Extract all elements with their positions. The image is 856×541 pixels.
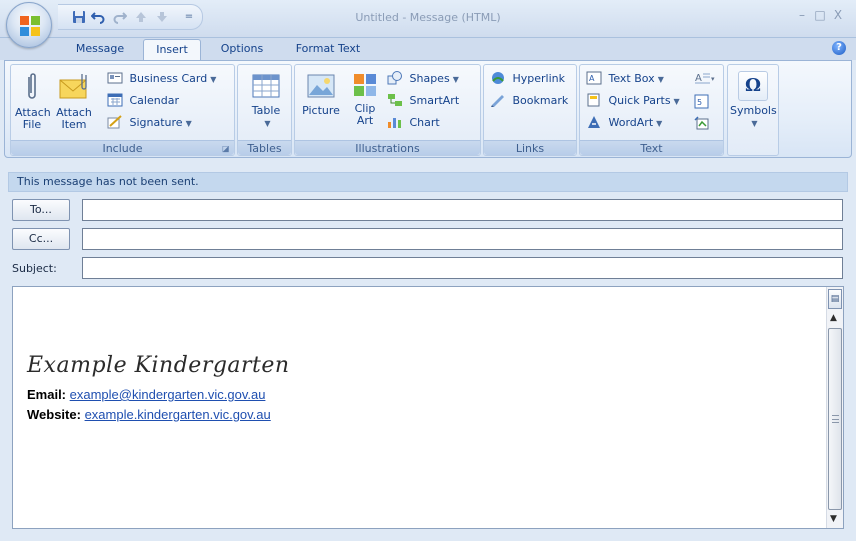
scroll-grip-icon	[832, 415, 839, 423]
table-button[interactable]: Table ▼	[246, 67, 286, 130]
tab-format-text[interactable]: Format Text	[285, 39, 371, 61]
attach-file-button[interactable]: Attach File	[15, 67, 51, 131]
shapes-icon	[387, 71, 402, 85]
close-button[interactable]: X	[831, 8, 845, 22]
table-label: Table	[251, 104, 281, 117]
signature-website-line: Website: example.kindergarten.vic.gov.au	[27, 407, 271, 422]
title-bar: = Untitled - Message (HTML) – □ X	[0, 0, 856, 38]
svg-text:A: A	[589, 74, 595, 83]
website-link[interactable]: example.kindergarten.vic.gov.au	[85, 407, 271, 422]
text-box-icon: A	[586, 71, 602, 85]
attach-file-label: Attach File	[15, 106, 51, 131]
svg-text:A: A	[695, 73, 702, 84]
group-illustrations-label: Illustrations	[295, 140, 480, 155]
to-button[interactable]: To...	[12, 199, 70, 221]
signature-email-line: Email: example@kindergarten.vic.gov.au	[27, 387, 265, 402]
email-link[interactable]: example@kindergarten.vic.gov.au	[70, 387, 266, 402]
calendar-icon	[107, 93, 123, 107]
text-box-button[interactable]: A Text Box ▼	[586, 69, 664, 89]
clip-art-label: Clip Art	[354, 102, 376, 127]
date-time-icon[interactable]: 5	[694, 94, 710, 109]
office-button[interactable]	[6, 2, 52, 48]
drop-cap-icon[interactable]: A ▾	[694, 71, 716, 85]
subject-label: Subject:	[12, 262, 57, 275]
vertical-scrollbar[interactable]: ▤ ▲ ▼	[826, 287, 843, 528]
bookmark-button[interactable]: Bookmark	[490, 91, 568, 111]
bookmark-icon	[491, 95, 504, 107]
signature-icon	[107, 115, 122, 129]
quick-parts-button[interactable]: Quick Parts ▼	[586, 91, 680, 111]
maximize-button[interactable]: □	[813, 8, 827, 22]
table-icon	[252, 74, 280, 98]
group-links: Hyperlink Bookmark Links	[483, 64, 577, 156]
cc-button[interactable]: Cc...	[12, 228, 70, 250]
chart-icon	[388, 118, 401, 128]
group-tables-label: Tables	[238, 140, 291, 155]
group-illustrations: Picture Clip Art Shapes ▼ SmartArt Chart …	[294, 64, 481, 156]
group-tables: Table ▼ Tables	[237, 64, 292, 156]
signature-button[interactable]: Signature ▼	[107, 113, 192, 133]
unsent-notice: This message has not been sent.	[8, 172, 848, 192]
signature-name: Example Kindergarten	[27, 353, 290, 378]
scroll-thumb[interactable]	[828, 328, 842, 510]
email-label: Email:	[27, 387, 67, 402]
omega-icon: Ω	[738, 71, 768, 101]
group-links-label: Links	[484, 140, 576, 155]
help-icon[interactable]: ?	[832, 41, 846, 55]
attach-item-label: Attach Item	[56, 106, 92, 131]
business-card-icon	[107, 72, 123, 84]
group-symbols: Ω Symbols ▼	[727, 64, 779, 156]
to-field[interactable]	[82, 199, 843, 221]
wordart-button[interactable]: WordArt ▼	[586, 113, 662, 133]
picture-button[interactable]: Picture	[300, 67, 342, 117]
svg-text:▾: ▾	[711, 75, 715, 83]
calendar-button[interactable]: Calendar	[107, 91, 179, 111]
smartart-button[interactable]: SmartArt	[387, 91, 459, 111]
group-include: Attach File Attach Item Business Card ▼ C…	[10, 64, 235, 156]
window-title: Untitled - Message (HTML)	[355, 11, 501, 24]
clip-art-button[interactable]: Clip Art	[347, 67, 383, 127]
wordart-icon	[588, 116, 600, 128]
symbols-label: Symbols	[730, 104, 777, 117]
tab-message[interactable]: Message	[66, 39, 134, 61]
include-dialog-launcher-icon[interactable]: ◪	[222, 144, 231, 153]
message-body[interactable]: Example Kindergarten Email: example@kind…	[12, 286, 844, 529]
view-ruler-icon[interactable]: ▤	[828, 289, 842, 309]
hyperlink-icon	[492, 72, 504, 84]
clip-art-icon	[354, 74, 376, 96]
website-label: Website:	[27, 407, 81, 422]
attach-item-button[interactable]: Attach Item	[55, 67, 93, 131]
quick-parts-icon	[587, 93, 600, 107]
svg-text:5: 5	[697, 98, 702, 107]
symbols-dropdown-icon: ▼	[751, 119, 758, 128]
table-dropdown-icon: ▼	[264, 119, 271, 128]
smartart-icon	[388, 94, 402, 106]
picture-label: Picture	[302, 104, 340, 117]
envelope-icon	[59, 74, 87, 99]
ribbon: Attach File Attach Item Business Card ▼ C…	[4, 60, 852, 158]
tab-options[interactable]: Options	[211, 39, 273, 61]
subject-field[interactable]	[82, 257, 843, 279]
hyperlink-button[interactable]: Hyperlink	[490, 69, 565, 89]
group-include-label: Include	[11, 140, 234, 155]
group-text: A Text Box ▼ Quick Parts ▼ WordArt ▼ A ▾ 5 T…	[579, 64, 724, 156]
picture-icon	[307, 74, 335, 98]
symbols-button[interactable]: Ω Symbols ▼	[730, 67, 777, 130]
scroll-down-icon[interactable]: ▼	[830, 514, 837, 524]
cc-field[interactable]	[82, 228, 843, 250]
minimize-button[interactable]: –	[795, 8, 809, 22]
business-card-button[interactable]: Business Card ▼	[107, 69, 216, 89]
insert-object-icon[interactable]	[694, 116, 710, 131]
office-logo-icon	[20, 16, 40, 36]
chart-button[interactable]: Chart	[387, 113, 440, 133]
shapes-button[interactable]: Shapes ▼	[387, 69, 459, 89]
tab-insert[interactable]: Insert	[143, 39, 201, 62]
paperclip-icon	[28, 73, 36, 99]
scroll-up-icon[interactable]: ▲	[830, 313, 837, 323]
group-text-label: Text	[580, 140, 723, 155]
